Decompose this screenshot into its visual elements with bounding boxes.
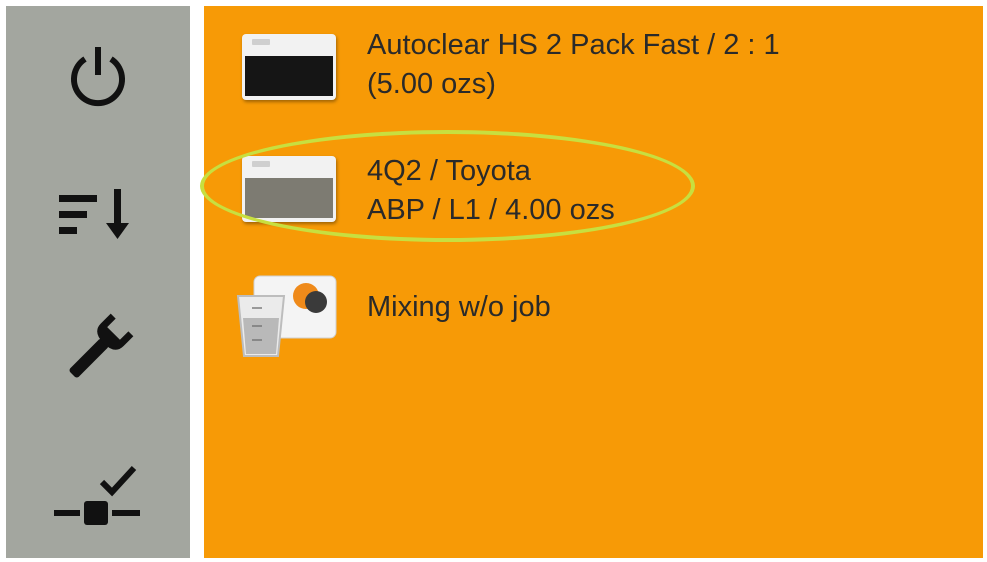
- mixing-cup-icon: [232, 270, 340, 365]
- paint-card-icon: [242, 34, 336, 100]
- job-list: Autoclear HS 2 Pack Fast / 2 : 1 (5.00 o…: [204, 6, 983, 558]
- job-title: Autoclear HS 2 Pack Fast / 2 : 1: [367, 29, 780, 61]
- power-button[interactable]: [6, 16, 190, 136]
- job-row[interactable]: 4Q2 / Toyota ABP / L1 / 4.00 ozs: [204, 152, 983, 232]
- power-icon: [71, 47, 125, 107]
- sort-descending-icon: [59, 189, 129, 239]
- job-row[interactable]: Autoclear HS 2 Pack Fast / 2 : 1 (5.00 o…: [204, 26, 983, 106]
- wrench-icon: [69, 313, 134, 378]
- paint-card-icon: [242, 156, 336, 222]
- job-detail: ABP / L1 / 4.00 ozs: [367, 194, 615, 226]
- settings-button[interactable]: [6, 289, 190, 409]
- job-title: Mixing w/o job: [367, 291, 551, 323]
- connection-check-icon: [54, 465, 140, 525]
- app-frame: Autoclear HS 2 Pack Fast / 2 : 1 (5.00 o…: [0, 0, 987, 562]
- sidebar: [6, 6, 190, 558]
- connection-button[interactable]: [6, 436, 190, 556]
- sidebar-divider: [190, 0, 204, 562]
- job-row[interactable]: Mixing w/o job: [204, 270, 983, 360]
- sort-button[interactable]: [6, 154, 190, 274]
- job-detail: (5.00 ozs): [367, 68, 496, 100]
- job-title: 4Q2 / Toyota: [367, 155, 531, 187]
